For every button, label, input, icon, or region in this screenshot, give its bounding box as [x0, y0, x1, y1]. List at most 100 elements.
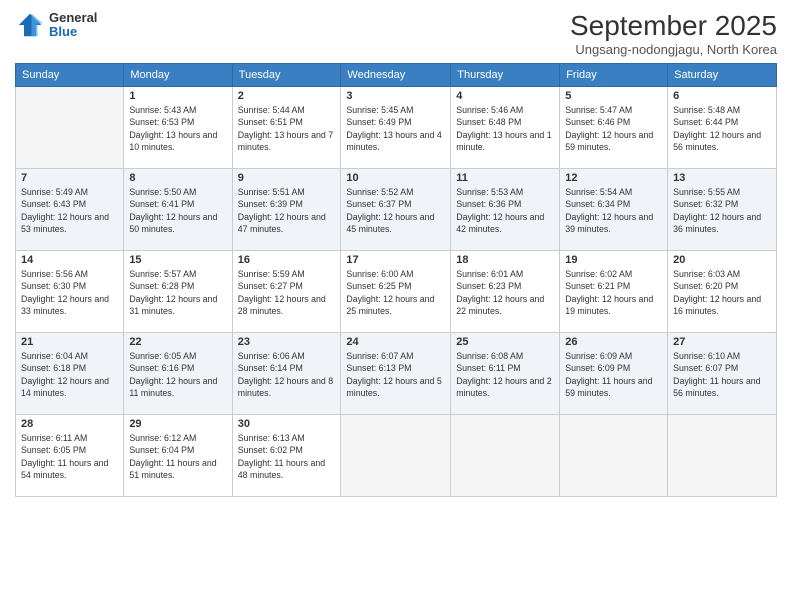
- calendar-cell: 28 Sunrise: 6:11 AMSunset: 6:05 PMDayligh…: [16, 415, 124, 497]
- day-number: 1: [129, 90, 226, 102]
- day-info: Sunrise: 5:52 AMSunset: 6:37 PMDaylight:…: [346, 186, 445, 235]
- day-info: Sunrise: 5:53 AMSunset: 6:36 PMDaylight:…: [456, 186, 554, 235]
- day-info: Sunrise: 6:00 AMSunset: 6:25 PMDaylight:…: [346, 268, 445, 317]
- day-number: 30: [238, 418, 336, 430]
- calendar-week-4: 21 Sunrise: 6:04 AMSunset: 6:18 PMDayligh…: [16, 333, 777, 415]
- day-info: Sunrise: 6:05 AMSunset: 6:16 PMDaylight:…: [129, 350, 226, 399]
- calendar-table: SundayMondayTuesdayWednesdayThursdayFrid…: [15, 63, 777, 497]
- calendar-header-friday: Friday: [560, 64, 668, 87]
- calendar-cell: 27 Sunrise: 6:10 AMSunset: 6:07 PMDayligh…: [668, 333, 777, 415]
- day-info: Sunrise: 5:45 AMSunset: 6:49 PMDaylight:…: [346, 104, 445, 153]
- day-info: Sunrise: 6:09 AMSunset: 6:09 PMDaylight:…: [565, 350, 662, 399]
- calendar-cell: 21 Sunrise: 6:04 AMSunset: 6:18 PMDayligh…: [16, 333, 124, 415]
- day-number: 25: [456, 336, 554, 348]
- day-number: 29: [129, 418, 226, 430]
- calendar-cell: 25Sunrise: 6:08 AMSunset: 6:11 PMDayligh…: [451, 333, 560, 415]
- day-info: Sunrise: 5:55 AMSunset: 6:32 PMDaylight:…: [673, 186, 771, 235]
- location: Ungsang-nodongjagu, North Korea: [570, 42, 777, 57]
- logo: General Blue: [15, 10, 97, 40]
- day-info: Sunrise: 6:01 AMSunset: 6:23 PMDaylight:…: [456, 268, 554, 317]
- calendar-cell: 10 Sunrise: 5:52 AMSunset: 6:37 PMDayligh…: [341, 169, 451, 251]
- day-number: 19: [565, 254, 662, 266]
- calendar-cell: 9Sunrise: 5:51 AMSunset: 6:39 PMDaylight…: [232, 169, 341, 251]
- calendar-cell: 4 Sunrise: 5:46 AMSunset: 6:48 PMDaylight…: [451, 87, 560, 169]
- calendar-cell: 26Sunrise: 6:09 AMSunset: 6:09 PMDayligh…: [560, 333, 668, 415]
- day-number: 15: [129, 254, 226, 266]
- calendar-header-thursday: Thursday: [451, 64, 560, 87]
- calendar-cell: 22 Sunrise: 6:05 AMSunset: 6:16 PMDayligh…: [124, 333, 232, 415]
- day-number: 11: [456, 172, 554, 184]
- calendar-cell: 30 Sunrise: 6:13 AMSunset: 6:02 PMDayligh…: [232, 415, 341, 497]
- day-info: Sunrise: 6:04 AMSunset: 6:18 PMDaylight:…: [21, 350, 118, 399]
- day-number: 18: [456, 254, 554, 266]
- day-number: 13: [673, 172, 771, 184]
- calendar-header-tuesday: Tuesday: [232, 64, 341, 87]
- day-number: 22: [129, 336, 226, 348]
- calendar-header-sunday: Sunday: [16, 64, 124, 87]
- calendar-cell: 6Sunrise: 5:48 AMSunset: 6:44 PMDaylight…: [668, 87, 777, 169]
- calendar-week-3: 14Sunrise: 5:56 AMSunset: 6:30 PMDayligh…: [16, 251, 777, 333]
- day-number: 7: [21, 172, 118, 184]
- calendar-header-monday: Monday: [124, 64, 232, 87]
- calendar-cell: 3 Sunrise: 5:45 AMSunset: 6:49 PMDaylight…: [341, 87, 451, 169]
- calendar-header-row: SundayMondayTuesdayWednesdayThursdayFrid…: [16, 64, 777, 87]
- calendar-cell: 11 Sunrise: 5:53 AMSunset: 6:36 PMDayligh…: [451, 169, 560, 251]
- day-info: Sunrise: 5:50 AMSunset: 6:41 PMDaylight:…: [129, 186, 226, 235]
- calendar-cell: 15 Sunrise: 5:57 AMSunset: 6:28 PMDayligh…: [124, 251, 232, 333]
- calendar-cell: 17 Sunrise: 6:00 AMSunset: 6:25 PMDayligh…: [341, 251, 451, 333]
- day-info: Sunrise: 5:54 AMSunset: 6:34 PMDaylight:…: [565, 186, 662, 235]
- day-number: 2: [238, 90, 336, 102]
- day-info: Sunrise: 5:43 AMSunset: 6:53 PMDaylight:…: [129, 104, 226, 153]
- logo-icon: [15, 10, 45, 40]
- day-number: 24: [346, 336, 445, 348]
- calendar-cell: 18 Sunrise: 6:01 AMSunset: 6:23 PMDayligh…: [451, 251, 560, 333]
- calendar-cell: [341, 415, 451, 497]
- logo-text: General Blue: [49, 11, 97, 40]
- day-number: 21: [21, 336, 118, 348]
- logo-blue-text: Blue: [49, 25, 97, 39]
- day-info: Sunrise: 5:46 AMSunset: 6:48 PMDaylight:…: [456, 104, 554, 153]
- calendar-cell: 12 Sunrise: 5:54 AMSunset: 6:34 PMDayligh…: [560, 169, 668, 251]
- calendar-cell: 2Sunrise: 5:44 AMSunset: 6:51 PMDaylight…: [232, 87, 341, 169]
- calendar-cell: 19Sunrise: 6:02 AMSunset: 6:21 PMDayligh…: [560, 251, 668, 333]
- day-number: 23: [238, 336, 336, 348]
- day-info: Sunrise: 5:59 AMSunset: 6:27 PMDaylight:…: [238, 268, 336, 317]
- calendar-cell: 5Sunrise: 5:47 AMSunset: 6:46 PMDaylight…: [560, 87, 668, 169]
- day-number: 17: [346, 254, 445, 266]
- calendar-cell: 16 Sunrise: 5:59 AMSunset: 6:27 PMDayligh…: [232, 251, 341, 333]
- day-number: 27: [673, 336, 771, 348]
- calendar-cell: 24 Sunrise: 6:07 AMSunset: 6:13 PMDayligh…: [341, 333, 451, 415]
- calendar-cell: 8 Sunrise: 5:50 AMSunset: 6:41 PMDaylight…: [124, 169, 232, 251]
- page: General Blue September 2025 Ungsang-nodo…: [0, 0, 792, 612]
- day-number: 3: [346, 90, 445, 102]
- day-info: Sunrise: 6:03 AMSunset: 6:20 PMDaylight:…: [673, 268, 771, 317]
- day-number: 4: [456, 90, 554, 102]
- calendar-cell: [451, 415, 560, 497]
- calendar-cell: 13 Sunrise: 5:55 AMSunset: 6:32 PMDayligh…: [668, 169, 777, 251]
- month-title: September 2025: [570, 10, 777, 42]
- day-number: 10: [346, 172, 445, 184]
- calendar-cell: 20Sunrise: 6:03 AMSunset: 6:20 PMDayligh…: [668, 251, 777, 333]
- day-number: 8: [129, 172, 226, 184]
- calendar-week-2: 7 Sunrise: 5:49 AMSunset: 6:43 PMDaylight…: [16, 169, 777, 251]
- day-number: 28: [21, 418, 118, 430]
- day-info: Sunrise: 5:47 AMSunset: 6:46 PMDaylight:…: [565, 104, 662, 153]
- calendar-cell: 23 Sunrise: 6:06 AMSunset: 6:14 PMDayligh…: [232, 333, 341, 415]
- day-number: 16: [238, 254, 336, 266]
- header: General Blue September 2025 Ungsang-nodo…: [15, 10, 777, 57]
- day-info: Sunrise: 5:49 AMSunset: 6:43 PMDaylight:…: [21, 186, 118, 235]
- day-info: Sunrise: 6:13 AMSunset: 6:02 PMDaylight:…: [238, 432, 336, 481]
- day-info: Sunrise: 6:10 AMSunset: 6:07 PMDaylight:…: [673, 350, 771, 399]
- calendar-week-5: 28 Sunrise: 6:11 AMSunset: 6:05 PMDayligh…: [16, 415, 777, 497]
- calendar-cell: 14Sunrise: 5:56 AMSunset: 6:30 PMDayligh…: [16, 251, 124, 333]
- day-info: Sunrise: 6:07 AMSunset: 6:13 PMDaylight:…: [346, 350, 445, 399]
- calendar-week-1: 1 Sunrise: 5:43 AMSunset: 6:53 PMDaylight…: [16, 87, 777, 169]
- day-info: Sunrise: 5:48 AMSunset: 6:44 PMDaylight:…: [673, 104, 771, 153]
- calendar-header-wednesday: Wednesday: [341, 64, 451, 87]
- day-number: 12: [565, 172, 662, 184]
- day-info: Sunrise: 6:06 AMSunset: 6:14 PMDaylight:…: [238, 350, 336, 399]
- day-number: 14: [21, 254, 118, 266]
- day-info: Sunrise: 5:57 AMSunset: 6:28 PMDaylight:…: [129, 268, 226, 317]
- day-info: Sunrise: 6:11 AMSunset: 6:05 PMDaylight:…: [21, 432, 118, 481]
- calendar-cell: [560, 415, 668, 497]
